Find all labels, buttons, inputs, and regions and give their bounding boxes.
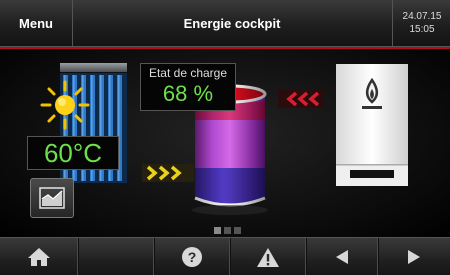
state-of-charge-label: Etat de charge — [148, 66, 228, 80]
empty-footer-slot — [78, 238, 155, 275]
page-dot[interactable] — [234, 227, 241, 234]
energy-cockpit-screen: Menu Energie cockpit 24.07.15 15:05 60°C… — [0, 0, 450, 275]
forward-arrow-icon — [408, 250, 420, 264]
warning-button[interactable] — [230, 238, 307, 275]
header-bar: Menu Energie cockpit 24.07.15 15:05 — [0, 0, 450, 47]
collector-temperature: 60°C — [27, 136, 119, 170]
time-text: 15:05 — [409, 24, 435, 35]
help-button[interactable]: ? — [154, 238, 231, 275]
state-of-charge-panel: Etat de charge 68 % — [140, 63, 236, 111]
svg-text:?: ? — [188, 249, 197, 265]
page-dot[interactable] — [224, 227, 231, 234]
date-time-display: 24.07.15 15:05 — [392, 0, 450, 46]
date-text: 24.07.15 — [402, 11, 442, 22]
home-icon — [28, 248, 50, 266]
page-title: Energie cockpit — [183, 15, 281, 31]
sun-icon — [40, 80, 90, 130]
back-arrow-icon — [336, 250, 348, 264]
help-icon: ? — [182, 247, 202, 267]
menu-button[interactable]: Menu — [0, 0, 73, 46]
back-button[interactable] — [306, 238, 379, 275]
gas-boiler-icon — [336, 64, 408, 186]
footer-bar: ? — [0, 237, 450, 275]
home-button[interactable] — [0, 238, 79, 275]
state-of-charge-value: 68 % — [162, 81, 214, 106]
warning-icon — [257, 247, 279, 267]
forward-button[interactable] — [378, 238, 450, 275]
page-dot-active[interactable] — [214, 227, 221, 234]
page-indicator — [214, 227, 246, 235]
statistics-button[interactable] — [30, 178, 74, 218]
boiler-flow-arrows-icon — [278, 90, 324, 108]
chart-icon — [39, 187, 65, 209]
